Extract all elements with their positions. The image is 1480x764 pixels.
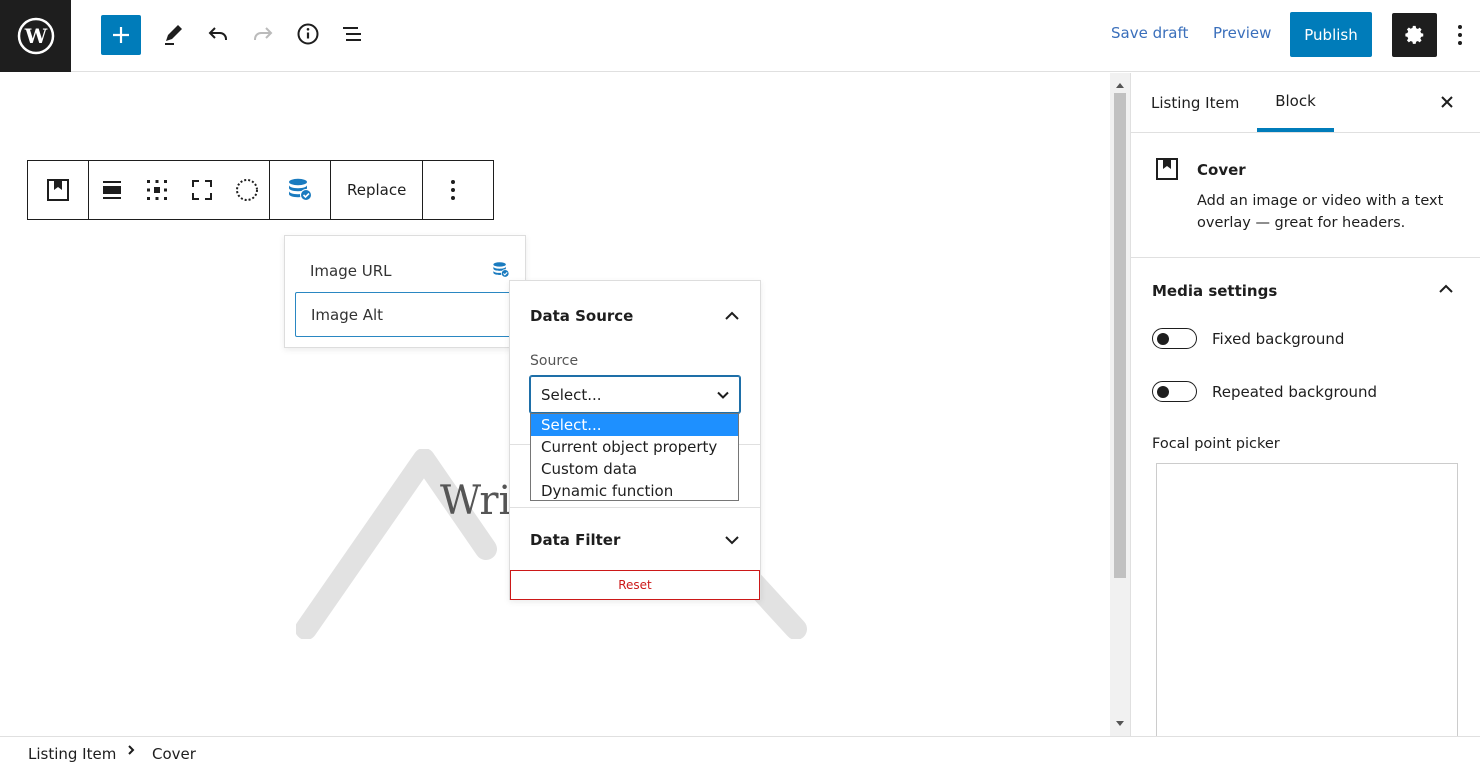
block-card-description: Add an image or video with a text overla… bbox=[1197, 193, 1444, 231]
content-position-button[interactable] bbox=[134, 161, 179, 219]
plus-icon bbox=[113, 27, 129, 43]
focal-point-picker[interactable] bbox=[1156, 463, 1458, 743]
position-grid-icon bbox=[146, 180, 167, 200]
source-option[interactable]: Current object property bbox=[531, 436, 738, 458]
source-options-list: Select... Current object property Custom… bbox=[530, 413, 739, 501]
source-option[interactable]: Select... bbox=[531, 414, 738, 436]
options-menu-button[interactable] bbox=[1450, 20, 1470, 50]
svg-text:W: W bbox=[23, 24, 47, 48]
wordpress-logo-icon: W bbox=[17, 17, 54, 55]
attribute-label: Image URL bbox=[310, 261, 392, 280]
info-icon bbox=[297, 23, 319, 45]
dynamic-data-button[interactable] bbox=[270, 161, 330, 219]
data-filter-title: Data Filter bbox=[530, 531, 621, 549]
close-icon bbox=[1441, 96, 1453, 108]
redo-icon bbox=[254, 27, 273, 40]
data-source-header[interactable]: Data Source bbox=[510, 286, 760, 346]
scroll-thumb[interactable] bbox=[1114, 93, 1126, 578]
chevron-up-icon bbox=[725, 311, 739, 320]
focal-point-label: Focal point picker bbox=[1152, 436, 1280, 452]
full-height-button[interactable] bbox=[179, 161, 224, 219]
dynamic-data-icon bbox=[493, 262, 510, 278]
breadcrumb-item-listing-item[interactable]: Listing Item bbox=[28, 745, 116, 763]
close-sidebar-button[interactable] bbox=[1436, 91, 1458, 113]
block-type-button[interactable] bbox=[28, 161, 88, 219]
undo-icon bbox=[208, 27, 227, 40]
attribute-item-image-url[interactable]: Image URL bbox=[295, 248, 517, 293]
undo-button[interactable] bbox=[198, 14, 238, 54]
tools-button[interactable] bbox=[153, 14, 193, 54]
settings-button[interactable] bbox=[1392, 13, 1437, 57]
toolbar-group-more bbox=[423, 161, 483, 219]
panel-divider bbox=[510, 507, 760, 508]
source-label: Source bbox=[530, 353, 579, 369]
align-icon bbox=[102, 181, 121, 199]
block-options-button[interactable] bbox=[423, 161, 483, 219]
list-view-icon bbox=[343, 27, 361, 41]
redo-button[interactable] bbox=[243, 14, 283, 54]
breadcrumb: Listing Item Cover bbox=[0, 736, 1480, 764]
gear-icon bbox=[1404, 25, 1423, 44]
toggle-label: Fixed background bbox=[1212, 329, 1345, 348]
tab-listing-item[interactable]: Listing Item bbox=[1151, 73, 1239, 132]
publish-button[interactable]: Publish bbox=[1290, 12, 1372, 57]
duotone-icon bbox=[235, 179, 258, 201]
cover-placeholder-text[interactable]: Wri bbox=[440, 478, 511, 524]
dynamic-attributes-popover: Image URL Image Alt bbox=[284, 235, 526, 348]
repeated-background-toggle[interactable]: Repeated background bbox=[1152, 381, 1377, 402]
block-card-title: Cover bbox=[1197, 161, 1246, 179]
add-block-button[interactable] bbox=[101, 15, 141, 55]
toggle-switch[interactable] bbox=[1152, 381, 1197, 402]
scroll-down-icon[interactable] bbox=[1115, 720, 1125, 728]
data-filter-header[interactable]: Data Filter bbox=[510, 510, 760, 570]
block-toolbar: Replace bbox=[27, 160, 494, 220]
cover-block-icon bbox=[47, 179, 69, 201]
fixed-background-toggle[interactable]: Fixed background bbox=[1152, 328, 1344, 349]
panel-divider bbox=[1131, 257, 1480, 258]
preview-button[interactable]: Preview bbox=[1213, 24, 1271, 42]
toolbar-group-layout bbox=[89, 161, 270, 219]
list-view-button[interactable] bbox=[333, 14, 373, 54]
source-option[interactable]: Dynamic function bbox=[531, 480, 738, 502]
chevron-down-icon bbox=[725, 536, 739, 545]
replace-button[interactable]: Replace bbox=[331, 161, 422, 219]
toggle-label: Repeated background bbox=[1212, 382, 1378, 401]
source-select[interactable]: Select... bbox=[530, 376, 740, 413]
breadcrumb-item-cover[interactable]: Cover bbox=[152, 745, 196, 763]
kebab-icon bbox=[451, 180, 456, 200]
pencil-icon bbox=[165, 25, 182, 45]
kebab-icon bbox=[1458, 25, 1462, 45]
toggle-switch[interactable] bbox=[1152, 328, 1197, 349]
toolbar-group-replace: Replace bbox=[331, 161, 424, 219]
canvas-scrollbar[interactable] bbox=[1110, 73, 1130, 736]
cover-block-icon bbox=[1156, 158, 1178, 180]
wordpress-logo-button[interactable]: W bbox=[0, 0, 71, 72]
toolbar-group-dynamic bbox=[270, 161, 331, 219]
editor-header: W Save draft Preview Publish bbox=[0, 0, 1480, 72]
scroll-up-icon[interactable] bbox=[1115, 81, 1125, 89]
tabs-divider bbox=[1131, 132, 1480, 133]
attribute-label: Image Alt bbox=[311, 305, 384, 324]
chevron-right-icon bbox=[128, 745, 135, 755]
source-option[interactable]: Custom data bbox=[531, 458, 738, 480]
reset-button[interactable]: Reset bbox=[510, 570, 760, 600]
data-source-title: Data Source bbox=[530, 307, 634, 325]
fullscreen-icon bbox=[191, 180, 212, 200]
details-button[interactable] bbox=[288, 14, 328, 54]
align-button[interactable] bbox=[89, 161, 134, 219]
source-select-value: Select... bbox=[541, 385, 602, 404]
chevron-up-icon[interactable] bbox=[1436, 279, 1456, 299]
toolbar-group-block bbox=[28, 161, 89, 219]
chevron-down-icon bbox=[717, 391, 729, 399]
dynamic-data-icon bbox=[289, 178, 312, 201]
media-settings-header[interactable]: Media settings bbox=[1152, 282, 1277, 300]
attribute-item-image-alt[interactable]: Image Alt bbox=[295, 292, 517, 337]
tab-block[interactable]: Block bbox=[1257, 73, 1334, 132]
save-draft-button[interactable]: Save draft bbox=[1111, 24, 1188, 42]
settings-sidebar: Listing Item Block Cover Add an image or… bbox=[1130, 73, 1480, 743]
duotone-button[interactable] bbox=[224, 161, 269, 219]
